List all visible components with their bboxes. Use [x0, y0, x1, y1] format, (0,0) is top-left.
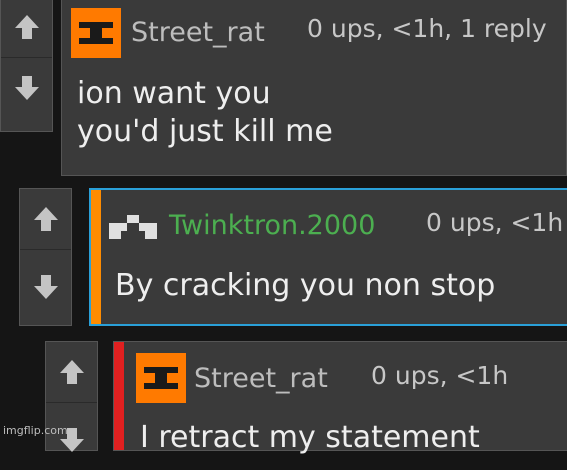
comment-meta: 0 ups, <1h: [371, 361, 509, 390]
upvote-button[interactable]: [20, 189, 71, 250]
comment-text-line-1: ion want you: [77, 76, 271, 111]
reply-accent-bar: [91, 190, 101, 324]
username[interactable]: Street_rat: [194, 363, 328, 394]
comment-text-line-1: I retract my statement: [140, 420, 480, 455]
comment-body: Street_rat 0 ups, <1h I retract my state…: [113, 341, 567, 455]
arrow-up-icon: [59, 360, 84, 384]
comment-2: Twinktron.2000 0 ups, <1h By cracking yo…: [19, 188, 567, 326]
arrow-down-icon: [33, 275, 58, 299]
comment-1: Street_rat 0 ups, <1h, 1 reply ion want …: [0, 0, 567, 176]
comment-body: Street_rat 0 ups, <1h, 1 reply ion want …: [61, 0, 567, 176]
upvote-button[interactable]: [46, 342, 97, 403]
pixel-avatar: [109, 215, 157, 239]
comment-meta: 0 ups, <1h: [426, 208, 564, 237]
vote-column: [19, 188, 72, 326]
avatar: [136, 353, 186, 403]
comment-body: Twinktron.2000 0 ups, <1h By cracking yo…: [89, 188, 567, 326]
username[interactable]: Twinktron.2000: [169, 210, 375, 241]
watermark: imgflip.com: [3, 424, 68, 437]
comment-meta: 0 ups, <1h, 1 reply: [307, 14, 547, 43]
comment-text-line-1: By cracking you non stop: [115, 268, 496, 303]
arrow-up-icon: [14, 15, 39, 39]
username[interactable]: Street_rat: [131, 17, 265, 48]
reply-accent-bar: [114, 342, 124, 450]
downvote-button[interactable]: [1, 58, 52, 118]
vote-column: [0, 0, 53, 132]
avatar: [71, 8, 121, 58]
upvote-button[interactable]: [1, 0, 52, 58]
arrow-up-icon: [33, 207, 58, 231]
comment-text-line-2: you'd just kill me: [77, 114, 333, 149]
comment-3: Street_rat 0 ups, <1h I retract my state…: [45, 341, 567, 455]
arrow-down-icon: [14, 76, 39, 100]
downvote-button[interactable]: [20, 257, 71, 317]
downvote-button[interactable]: [46, 410, 97, 470]
